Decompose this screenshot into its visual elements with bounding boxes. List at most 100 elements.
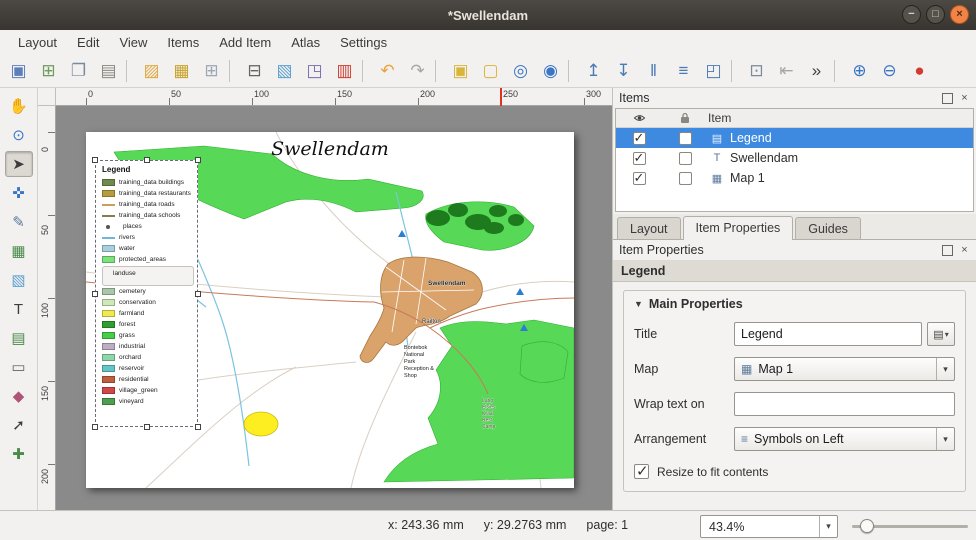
resize-items-icon[interactable]: ◰	[699, 57, 728, 85]
selection-handle[interactable]	[195, 157, 201, 163]
undo-icon[interactable]: ↶	[373, 57, 402, 85]
minimize-button[interactable]: −	[902, 5, 921, 24]
item-row-title[interactable]: T Swellendam	[616, 148, 973, 168]
add-shape-tool-icon[interactable]: ◆	[5, 383, 33, 409]
zoom-tool-icon[interactable]: ⊙	[5, 122, 33, 148]
open-icon[interactable]: ▨	[137, 57, 166, 85]
add-arrow-tool-icon[interactable]: ➚	[5, 412, 33, 438]
distribute-items-icon[interactable]: ≡	[669, 57, 698, 85]
zoom-out-icon[interactable]: ⊖	[875, 57, 904, 85]
maximize-button[interactable]: □	[926, 5, 945, 24]
export-image-icon[interactable]: ▧	[270, 57, 299, 85]
panel-float-icon[interactable]	[942, 245, 953, 256]
zoom-level-combo[interactable]: 43.4% ▾	[700, 515, 838, 538]
print-icon[interactable]: ⊟	[240, 57, 269, 85]
edit-nodes-tool-icon[interactable]: ✎	[5, 209, 33, 235]
unlock-items-icon[interactable]: ▢	[476, 57, 505, 85]
panel-float-icon[interactable]	[942, 93, 953, 104]
add-legend-tool-icon[interactable]: ▤	[5, 325, 33, 351]
visibility-checkbox[interactable]	[633, 152, 646, 165]
data-defined-override-button[interactable]: ▤ ▾	[927, 322, 955, 346]
redo-icon[interactable]: ↷	[403, 57, 432, 85]
zoom-actual-icon[interactable]: ◉	[536, 57, 565, 85]
zoom-slider-thumb[interactable]	[860, 519, 874, 533]
lock-checkbox[interactable]	[679, 172, 692, 185]
chevron-down-icon[interactable]: ▾	[819, 516, 837, 537]
layout-canvas[interactable]: 050100150200250300 050100150200 Swellend…	[38, 88, 612, 510]
toolbar-overflow-button[interactable]: »	[802, 57, 831, 85]
group-items-icon[interactable]: ⊡	[742, 57, 771, 85]
layout-manager-icon[interactable]: ▤	[94, 57, 123, 85]
move-item-content-tool-icon[interactable]: ✜	[5, 180, 33, 206]
visibility-checkbox[interactable]	[633, 172, 646, 185]
item-row-map[interactable]: ▦ Map 1	[616, 168, 973, 188]
selection-handle[interactable]	[195, 291, 201, 297]
export-svg-icon[interactable]: ◳	[300, 57, 329, 85]
zoom-in-icon[interactable]: ⊕	[845, 57, 874, 85]
add-scalebar-tool-icon[interactable]: ▭	[5, 354, 33, 380]
menu-item[interactable]: Atlas	[281, 32, 330, 53]
selection-handle[interactable]	[92, 291, 98, 297]
item-row-legend[interactable]: ▤ Legend	[616, 128, 973, 148]
panel-close-icon[interactable]: ×	[959, 93, 970, 104]
add-label-tool-icon[interactable]: T	[5, 296, 33, 322]
main-properties-header[interactable]: ▼ Main Properties	[634, 297, 955, 311]
layout-viewport[interactable]: Swellendam	[56, 106, 612, 510]
save-project-icon[interactable]: ▣	[4, 57, 33, 85]
add-map-tool-icon[interactable]: ▦	[5, 238, 33, 264]
red-dot-icon[interactable]: ●	[905, 57, 934, 85]
wrap-text-input[interactable]	[734, 392, 955, 416]
menu-item[interactable]: View	[109, 32, 157, 53]
menu-item[interactable]: Add Item	[209, 32, 281, 53]
visibility-checkbox[interactable]	[633, 132, 646, 145]
selection-handle[interactable]	[92, 424, 98, 430]
layout-page[interactable]: Swellendam	[86, 132, 574, 488]
align-items-icon[interactable]: ‖	[639, 57, 668, 85]
chevron-down-icon[interactable]: ▾	[936, 428, 954, 450]
duplicate-layout-icon[interactable]: ❐	[64, 57, 93, 85]
selection-handle[interactable]	[92, 157, 98, 163]
legend-item[interactable]: Legend training_data buildings training_…	[95, 160, 198, 427]
zoom-full-icon[interactable]: ◎	[506, 57, 535, 85]
resize-to-fit-checkbox[interactable]	[634, 464, 649, 479]
collapse-triangle-icon[interactable]: ▼	[634, 299, 643, 309]
save-layout-icon[interactable]: ▦	[167, 57, 196, 85]
new-layout-icon[interactable]: ⊞	[34, 57, 63, 85]
chevron-down-icon[interactable]: ▾	[936, 358, 954, 380]
menu-item[interactable]: Settings	[330, 32, 397, 53]
title-input[interactable]: Legend	[734, 322, 922, 346]
lock-checkbox[interactable]	[679, 152, 692, 165]
move-back-icon[interactable]: ⇤	[772, 57, 801, 85]
map-field-label: Map	[634, 362, 734, 376]
add-picture-tool-icon[interactable]: ▧	[5, 267, 33, 293]
menu-item[interactable]: Layout	[8, 32, 67, 53]
select-move-item-tool-icon[interactable]: ➤	[5, 151, 33, 177]
selection-handle[interactable]	[144, 424, 150, 430]
window-titlebar[interactable]: *Swellendam − □ ×	[0, 0, 976, 30]
legend-entry-label: conservation	[119, 299, 156, 306]
arrangement-select[interactable]: ≡ Symbols on Left ▾	[734, 427, 955, 451]
add-pages-icon[interactable]: ⊞	[197, 57, 226, 85]
tab-item-properties[interactable]: Item Properties	[683, 216, 794, 240]
lower-items-icon[interactable]: ↧	[609, 57, 638, 85]
lock-items-icon[interactable]: ▣	[446, 57, 475, 85]
close-button[interactable]: ×	[950, 5, 969, 24]
export-pdf-icon[interactable]: ▥	[330, 57, 359, 85]
tab-guides[interactable]: Guides	[795, 217, 861, 239]
zoom-slider[interactable]	[852, 515, 968, 538]
highlight-ellipse[interactable]	[244, 412, 278, 436]
selection-handle[interactable]	[195, 424, 201, 430]
tab-layout[interactable]: Layout	[617, 217, 681, 239]
menu-item[interactable]: Edit	[67, 32, 109, 53]
menu-item[interactable]: Items	[157, 32, 209, 53]
legend-entry-label: farmland	[119, 310, 144, 317]
lock-checkbox[interactable]	[679, 132, 692, 145]
pan-tool-icon[interactable]: ✋	[5, 93, 33, 119]
title-label-item[interactable]: Swellendam	[86, 138, 574, 160]
selection-handle[interactable]	[144, 157, 150, 163]
map-select[interactable]: ▦ Map 1 ▾	[734, 357, 955, 381]
panel-close-icon[interactable]: ×	[959, 245, 970, 256]
raise-items-icon[interactable]: ↥	[579, 57, 608, 85]
add-html-tool-icon[interactable]: ✚	[5, 441, 33, 467]
toolbar-separator	[568, 60, 576, 82]
